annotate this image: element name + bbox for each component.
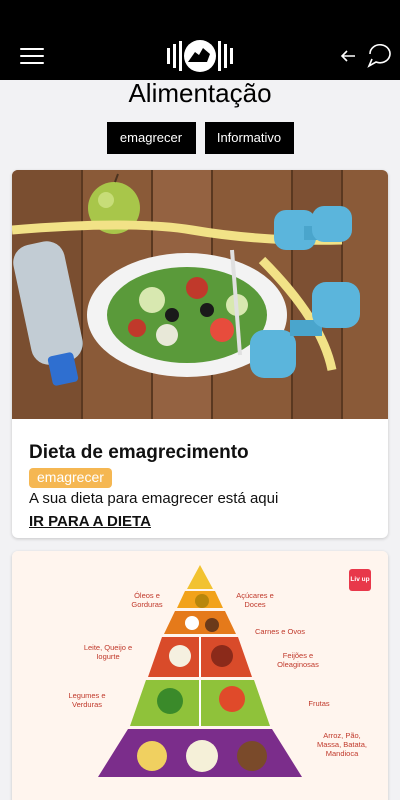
- rhino-logo: [167, 40, 233, 72]
- filter-tags: emagrecer Informativo: [0, 122, 400, 154]
- pyramid-label-veggies: Legumes e Verduras: [68, 691, 106, 709]
- card-title: Dieta de emagrecimento: [29, 442, 249, 463]
- pyramid-label-oils: Óleos e Gorduras: [131, 591, 163, 609]
- food-pyramid-image: Liv up Óleos e Gorduras Açúcares e Doces…: [12, 551, 388, 800]
- category-badge: emagrecer: [29, 468, 112, 488]
- chat-bubble-icon[interactable]: [364, 40, 394, 70]
- go-to-diet-link[interactable]: IR PARA A DIETA: [29, 513, 151, 530]
- hamburger-menu-icon[interactable]: [20, 48, 44, 66]
- filter-emagrecer-button[interactable]: emagrecer: [106, 122, 196, 154]
- food-pyramid-card[interactable]: Liv up Óleos e Gorduras Açúcares e Doces…: [12, 551, 388, 800]
- diet-card-image: [12, 170, 388, 419]
- filter-informativo-button[interactable]: Informativo: [204, 122, 294, 154]
- app-header: [0, 0, 400, 80]
- page-title: Alimentação: [128, 78, 272, 108]
- back-arrow-icon[interactable]: [338, 46, 358, 66]
- pyramid-label-sugars: Açúcares e Doces: [236, 591, 274, 609]
- pyramid-label-grains: Arroz, Pão, Massa, Batata, Mandioca: [316, 731, 368, 758]
- card-description: A sua dieta para emagrecer está aqui: [29, 490, 279, 507]
- pyramid-label-dairy: Leite, Queijo e Iogurte: [83, 643, 133, 661]
- brand-logo: Liv up: [350, 576, 370, 583]
- diet-card[interactable]: Dieta de emagrecimento emagrecer A sua d…: [12, 170, 388, 538]
- pyramid-label-beans: Feijões e Oleaginosas: [277, 651, 319, 669]
- pyramid-label-meats: Carnes e Ovos: [254, 627, 306, 636]
- pyramid-label-fruits: Frutas: [308, 699, 330, 708]
